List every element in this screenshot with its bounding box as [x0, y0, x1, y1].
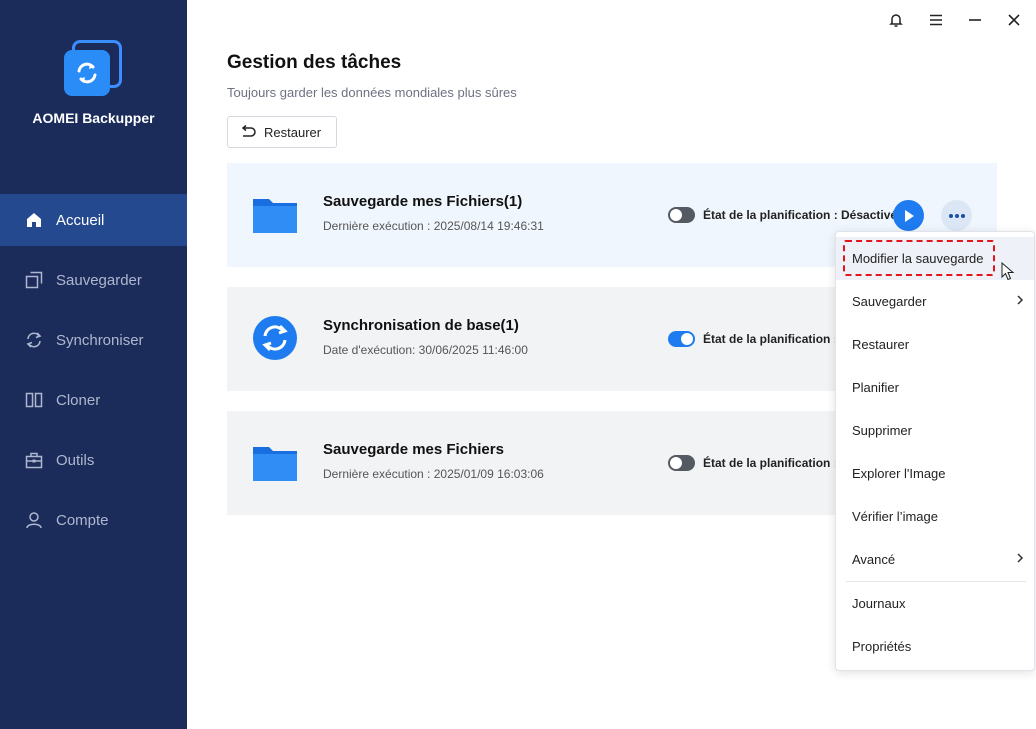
task-name: Synchronisation de base(1) — [323, 317, 519, 334]
sidebar-item-label: Outils — [56, 451, 95, 469]
home-icon — [24, 210, 44, 230]
chevron-right-icon — [1016, 294, 1024, 306]
schedule-status: État de la planification : Désactivé — [703, 208, 898, 222]
menu-item-label: Modifier la sauvegarde — [852, 251, 984, 266]
sidebar-item-outils[interactable]: Outils — [0, 434, 187, 486]
page-subtitle: Toujours garder les données mondiales pl… — [227, 85, 517, 100]
sidebar-item-sauvegarder[interactable]: Sauvegarder — [0, 254, 187, 306]
menu-item-label: Restaurer — [852, 337, 910, 352]
menu-item-planifier[interactable]: Planifier — [836, 366, 1034, 409]
sidebar-nav: Accueil Sauvegarder Synchroniser Cloner … — [0, 194, 187, 554]
task-last-run: Dernière exécution : 2025/01/09 16:03:06 — [323, 467, 544, 481]
minimize-icon[interactable] — [963, 8, 987, 32]
menu-item-avance[interactable]: Avancé — [836, 538, 1034, 581]
menu-icon[interactable] — [924, 8, 948, 32]
more-options-button[interactable] — [941, 200, 972, 231]
restore-button-label: Restaurer — [264, 124, 322, 140]
mouse-cursor-icon — [1001, 261, 1015, 287]
sync-icon — [251, 316, 299, 361]
play-icon — [904, 209, 914, 222]
menu-item-supprimer[interactable]: Supprimer — [836, 409, 1034, 452]
undo-icon — [240, 125, 256, 139]
sidebar-item-synchroniser[interactable]: Synchroniser — [0, 314, 187, 366]
menu-item-label: Vérifier l’image — [852, 509, 938, 524]
menu-item-label: Journaux — [852, 596, 906, 611]
run-button[interactable] — [893, 200, 924, 231]
sidebar-item-label: Sauvegarder — [56, 271, 142, 289]
sidebar: AOMEI Backupper Accueil Sauvegarder Sync… — [0, 0, 187, 729]
schedule-status: État de la planification : D — [703, 456, 850, 470]
schedule-toggle[interactable] — [668, 207, 695, 223]
folder-icon — [251, 193, 299, 237]
menu-item-verifier-image[interactable]: Vérifier l’image — [836, 495, 1034, 538]
sidebar-item-label: Accueil — [56, 211, 105, 229]
tools-icon — [24, 450, 44, 470]
menu-item-label: Sauvegarder — [852, 294, 927, 309]
account-icon — [24, 510, 44, 530]
task-last-run: Date d'exécution: 30/06/2025 11:46:00 — [323, 343, 528, 357]
menu-item-label: Supprimer — [852, 423, 912, 438]
schedule-toggle[interactable] — [668, 331, 695, 347]
sync-icon — [24, 330, 44, 350]
folder-icon — [251, 441, 299, 485]
context-menu: Modifier la sauvegarde Sauvegarder Resta… — [835, 231, 1035, 671]
menu-item-label: Explorer l'Image — [852, 466, 946, 481]
app-logo — [62, 38, 124, 100]
sidebar-item-accueil[interactable]: Accueil — [0, 194, 187, 246]
schedule-toggle[interactable] — [668, 455, 695, 471]
task-name: Sauvegarde mes Fichiers — [323, 441, 504, 458]
sidebar-item-label: Cloner — [56, 391, 101, 409]
sidebar-item-label: Synchroniser — [56, 331, 144, 349]
schedule-status: État de la planification : A — [703, 332, 850, 346]
sidebar-item-label: Compte — [56, 511, 109, 529]
page-title: Gestion des tâches — [227, 52, 402, 73]
menu-item-label: Propriétés — [852, 639, 912, 654]
clone-icon — [24, 390, 44, 410]
restore-button[interactable]: Restaurer — [227, 116, 337, 148]
menu-item-label: Avancé — [852, 552, 896, 567]
menu-item-journaux[interactable]: Journaux — [836, 582, 1034, 625]
sidebar-item-cloner[interactable]: Cloner — [0, 374, 187, 426]
backup-icon — [24, 270, 44, 290]
task-last-run: Dernière exécution : 2025/08/14 19:46:31 — [323, 219, 544, 233]
close-icon[interactable] — [1002, 8, 1026, 32]
menu-item-explorer-image[interactable]: Explorer l'Image — [836, 452, 1034, 495]
more-icon — [948, 213, 965, 218]
task-name: Sauvegarde mes Fichiers(1) — [323, 193, 523, 210]
chevron-right-icon — [1016, 552, 1024, 564]
menu-item-proprietes[interactable]: Propriétés — [836, 625, 1034, 668]
menu-item-restaurer[interactable]: Restaurer — [836, 323, 1034, 366]
app-name: AOMEI Backupper — [32, 110, 155, 126]
sidebar-item-compte[interactable]: Compte — [0, 494, 187, 546]
menu-item-label: Planifier — [852, 380, 899, 395]
bell-icon[interactable] — [884, 8, 908, 32]
sync-logo-icon — [77, 62, 97, 84]
